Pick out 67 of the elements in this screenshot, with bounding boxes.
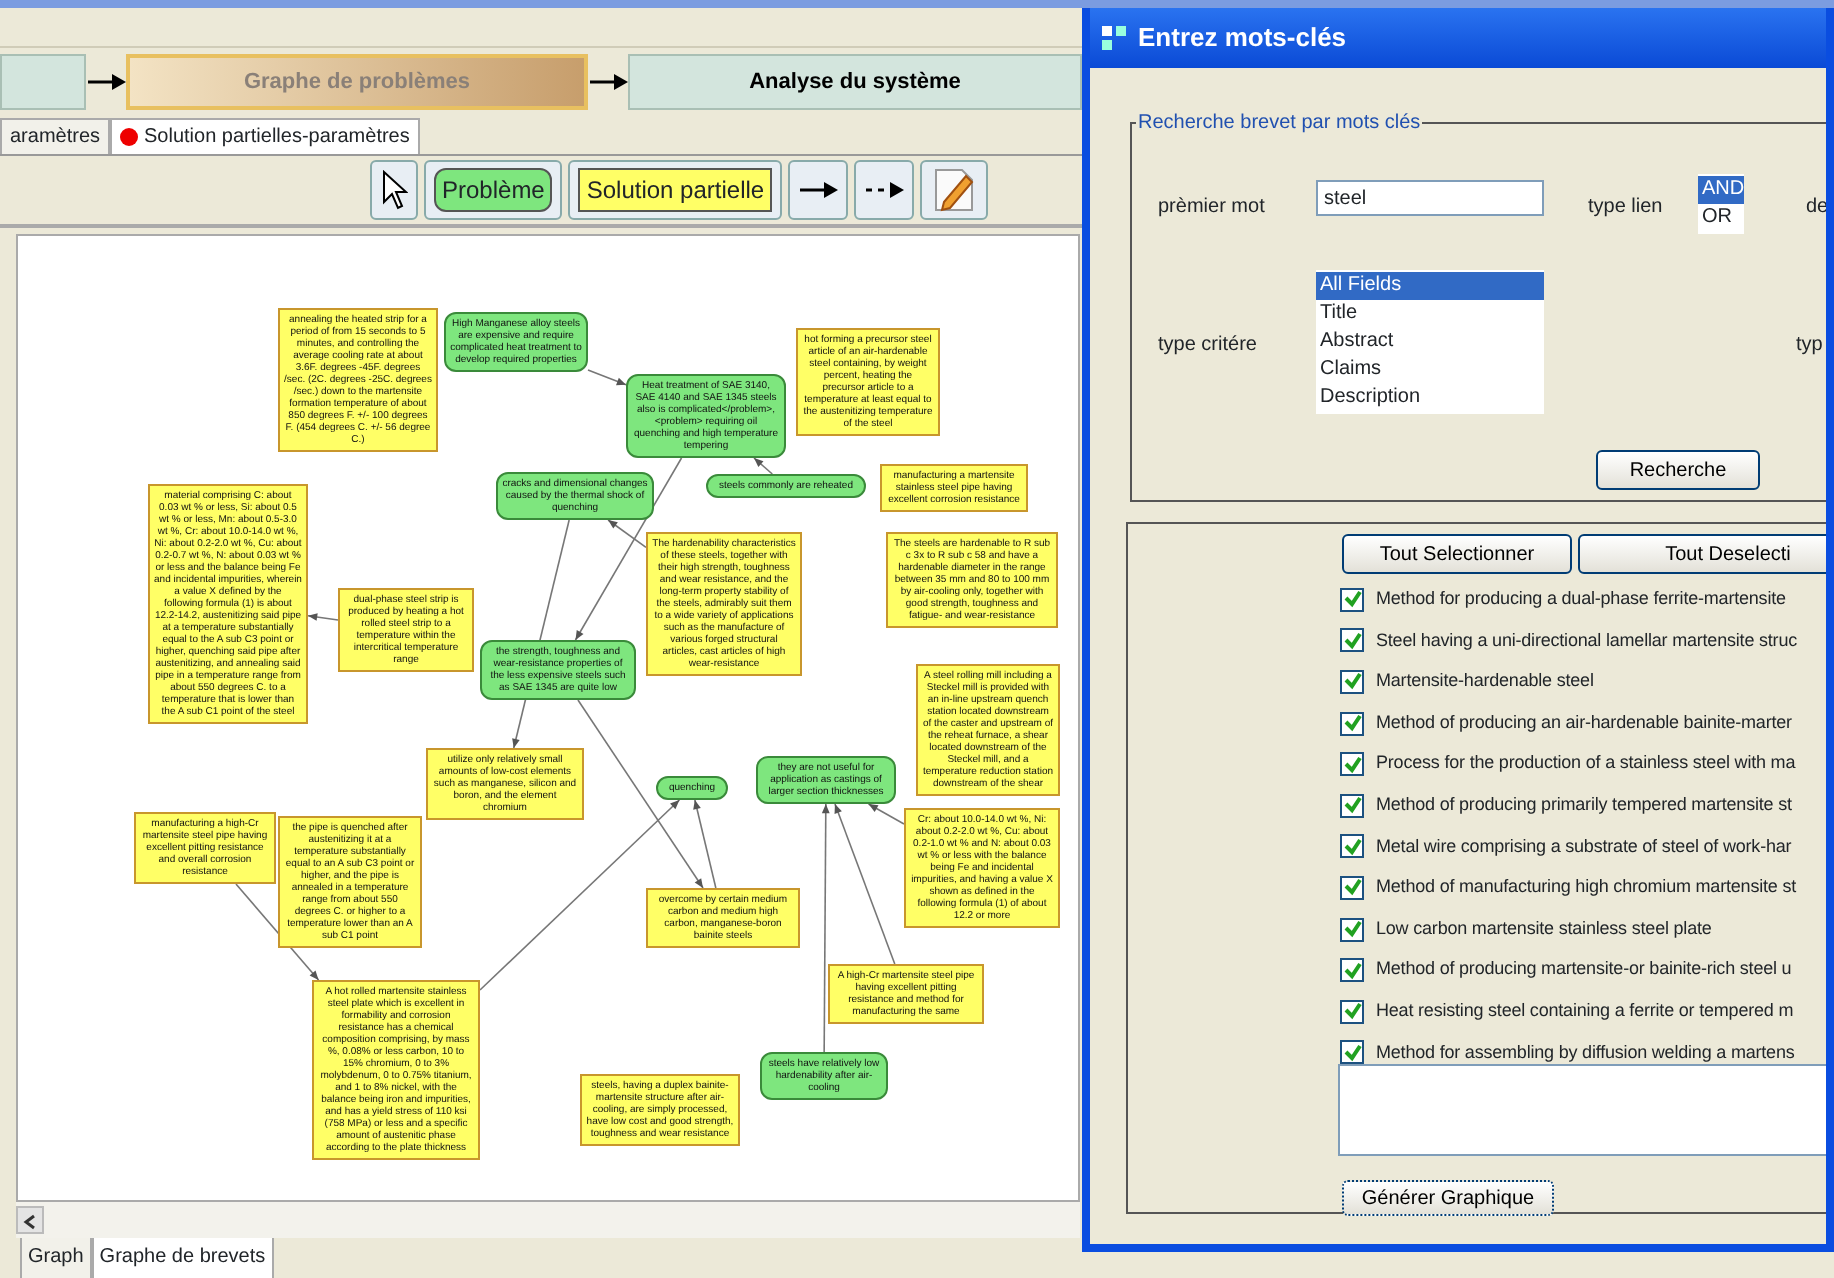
chevron-left-icon <box>22 1213 38 1230</box>
checkbox[interactable] <box>1340 628 1364 653</box>
result-label: Method for producing a dual-phase ferrite-martensite <box>1376 586 1786 612</box>
list-option[interactable]: OR <box>1698 204 1744 232</box>
first-word-field[interactable]: steel <box>1316 180 1544 216</box>
arrow-icon <box>798 180 839 200</box>
arrow-icon <box>864 180 905 200</box>
edit-tool[interactable] <box>920 160 989 220</box>
checkbox[interactable] <box>1340 752 1364 777</box>
result-label: Heat resisting steel containing a ferrite or tempered m <box>1376 998 1794 1024</box>
list-option[interactable]: Claims <box>1316 356 1544 384</box>
result-label: Method of producing an air-hardenable bainite-marter <box>1376 709 1792 736</box>
app-icon <box>1102 26 1126 50</box>
connector-arrow <box>307 613 339 621</box>
checkbox[interactable] <box>1340 669 1364 694</box>
list-option[interactable]: Description <box>1316 384 1544 412</box>
dialog-title: Entrez mots-clés <box>1138 20 1347 57</box>
result-label: Process for the production of a stainless steel with ma <box>1376 750 1796 777</box>
pointer-tool[interactable] <box>370 160 418 220</box>
arrow-tool[interactable] <box>788 160 849 220</box>
select-all-button[interactable]: Tout Selectionner <box>1342 534 1572 574</box>
tab[interactable]: aramètres <box>0 118 111 154</box>
connector-arrow <box>587 369 627 386</box>
solution-tool[interactable]: Solution partielle <box>568 160 783 220</box>
result-label: Method of manufacturing high chromium martensite st <box>1376 874 1796 901</box>
checkbox[interactable] <box>1340 587 1364 612</box>
deselect-all-button[interactable]: Tout Deselecti <box>1578 534 1826 574</box>
field-label: typ <box>1796 332 1823 360</box>
dashed-arrow-tool[interactable] <box>854 160 915 220</box>
problem-tool[interactable]: Problème <box>424 160 563 220</box>
scroll-left-button[interactable] <box>16 1206 44 1234</box>
link-type-list[interactable]: AND OR <box>1698 174 1744 234</box>
result-label: Martensite-hardenable steel <box>1376 668 1594 695</box>
field-label: type lien <box>1588 194 1663 222</box>
checkbox[interactable] <box>1340 958 1364 983</box>
result-label: Metal wire comprising a substrate of steel of work-har <box>1376 833 1792 860</box>
tab[interactable]: Solution partielles-paramètres <box>110 118 420 154</box>
checkbox[interactable] <box>1340 999 1364 1024</box>
generate-button[interactable]: Générer Graphique <box>1342 1180 1554 1216</box>
arrow-icon <box>86 72 126 92</box>
result-label: Method of producing martensite-or bainite-rich steel u <box>1376 956 1792 983</box>
checkbox[interactable] <box>1340 917 1364 942</box>
search-button[interactable]: Recherche <box>1596 450 1760 490</box>
result-label: Method for assembling by diffusion welding a martens <box>1376 1039 1795 1066</box>
workflow-step[interactable]: Analyse du système <box>628 54 1082 110</box>
checkbox[interactable] <box>1340 711 1364 736</box>
tab[interactable]: Graph <box>20 1238 92 1278</box>
group-legend: Recherche brevet par mots clés <box>1136 108 1423 138</box>
result-label: Method of producing primarily tempered martensite st <box>1376 792 1792 818</box>
checkbox[interactable] <box>1340 793 1364 818</box>
tab[interactable]: Graphe de brevets <box>91 1238 274 1278</box>
checkbox[interactable] <box>1340 875 1364 900</box>
checkbox[interactable] <box>1340 834 1364 859</box>
cursor-icon <box>380 170 408 210</box>
arrow-icon <box>588 72 628 92</box>
list-option[interactable]: Abstract <box>1316 328 1544 356</box>
list-option[interactable]: Title <box>1316 300 1544 328</box>
pencil-icon <box>932 166 977 214</box>
result-label: Low carbon martensite stainless steel plate <box>1376 915 1712 942</box>
criteria-list[interactable]: All Fields Title Abstract Claims Description <box>1316 270 1544 414</box>
list-option[interactable]: All Fields <box>1316 272 1544 300</box>
connector-arrow <box>753 457 774 475</box>
field-label: prèmier mot <box>1158 194 1265 222</box>
list-option[interactable]: AND <box>1698 176 1744 204</box>
checkbox[interactable] <box>1340 1040 1364 1065</box>
result-label: Steel having a uni-directional lamellar martensite struc <box>1376 627 1798 654</box>
field-label: type critére <box>1158 332 1257 360</box>
